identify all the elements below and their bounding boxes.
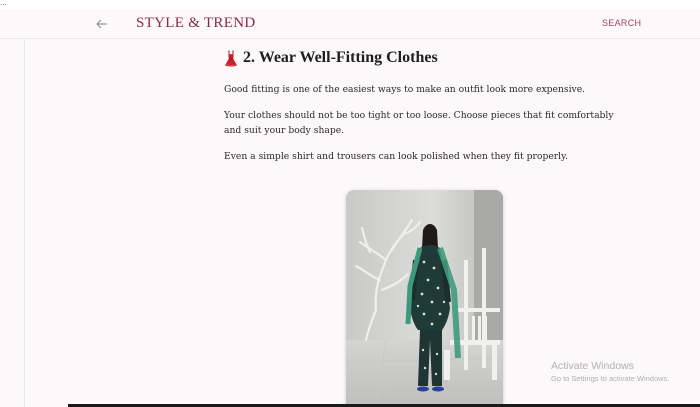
site-header: STYLE & TREND SEARCH: [0, 9, 700, 39]
paragraph-1: Good fitting is one of the easiest ways …: [224, 84, 586, 95]
arrow-left-icon: [96, 19, 107, 29]
dress-icon: [225, 50, 237, 66]
paragraph-3: Even a simple shirt and trousers can loo…: [224, 151, 569, 162]
browser-top-strip: ...: [0, 0, 700, 9]
article-body: 2. Wear Well-Fitting Clothes Good fittin…: [224, 48, 624, 164]
search-button[interactable]: SEARCH: [602, 18, 641, 28]
brand-logo[interactable]: STYLE & TREND: [136, 15, 255, 32]
section-heading-text: 2. Wear Well-Fitting Clothes: [243, 49, 438, 66]
paragraph-2: Your clothes should not be too tight or …: [224, 110, 614, 136]
page: ... STYLE & TREND SEARCH 2. Wear Well-Fi…: [0, 0, 700, 407]
watermark-title: Activate Windows: [551, 360, 634, 372]
section-heading: 2. Wear Well-Fitting Clothes: [224, 48, 624, 68]
left-divider: [24, 40, 25, 407]
top-fragment-text: ...: [0, 0, 7, 7]
watermark-subtitle: Go to Settings to activate Windows.: [551, 374, 670, 383]
back-button[interactable]: [92, 15, 110, 33]
windows-activation-watermark: Activate Windows Go to Settings to activ…: [551, 360, 669, 384]
article-photo: [346, 190, 503, 407]
outfit-photo-illustration: [346, 190, 503, 407]
